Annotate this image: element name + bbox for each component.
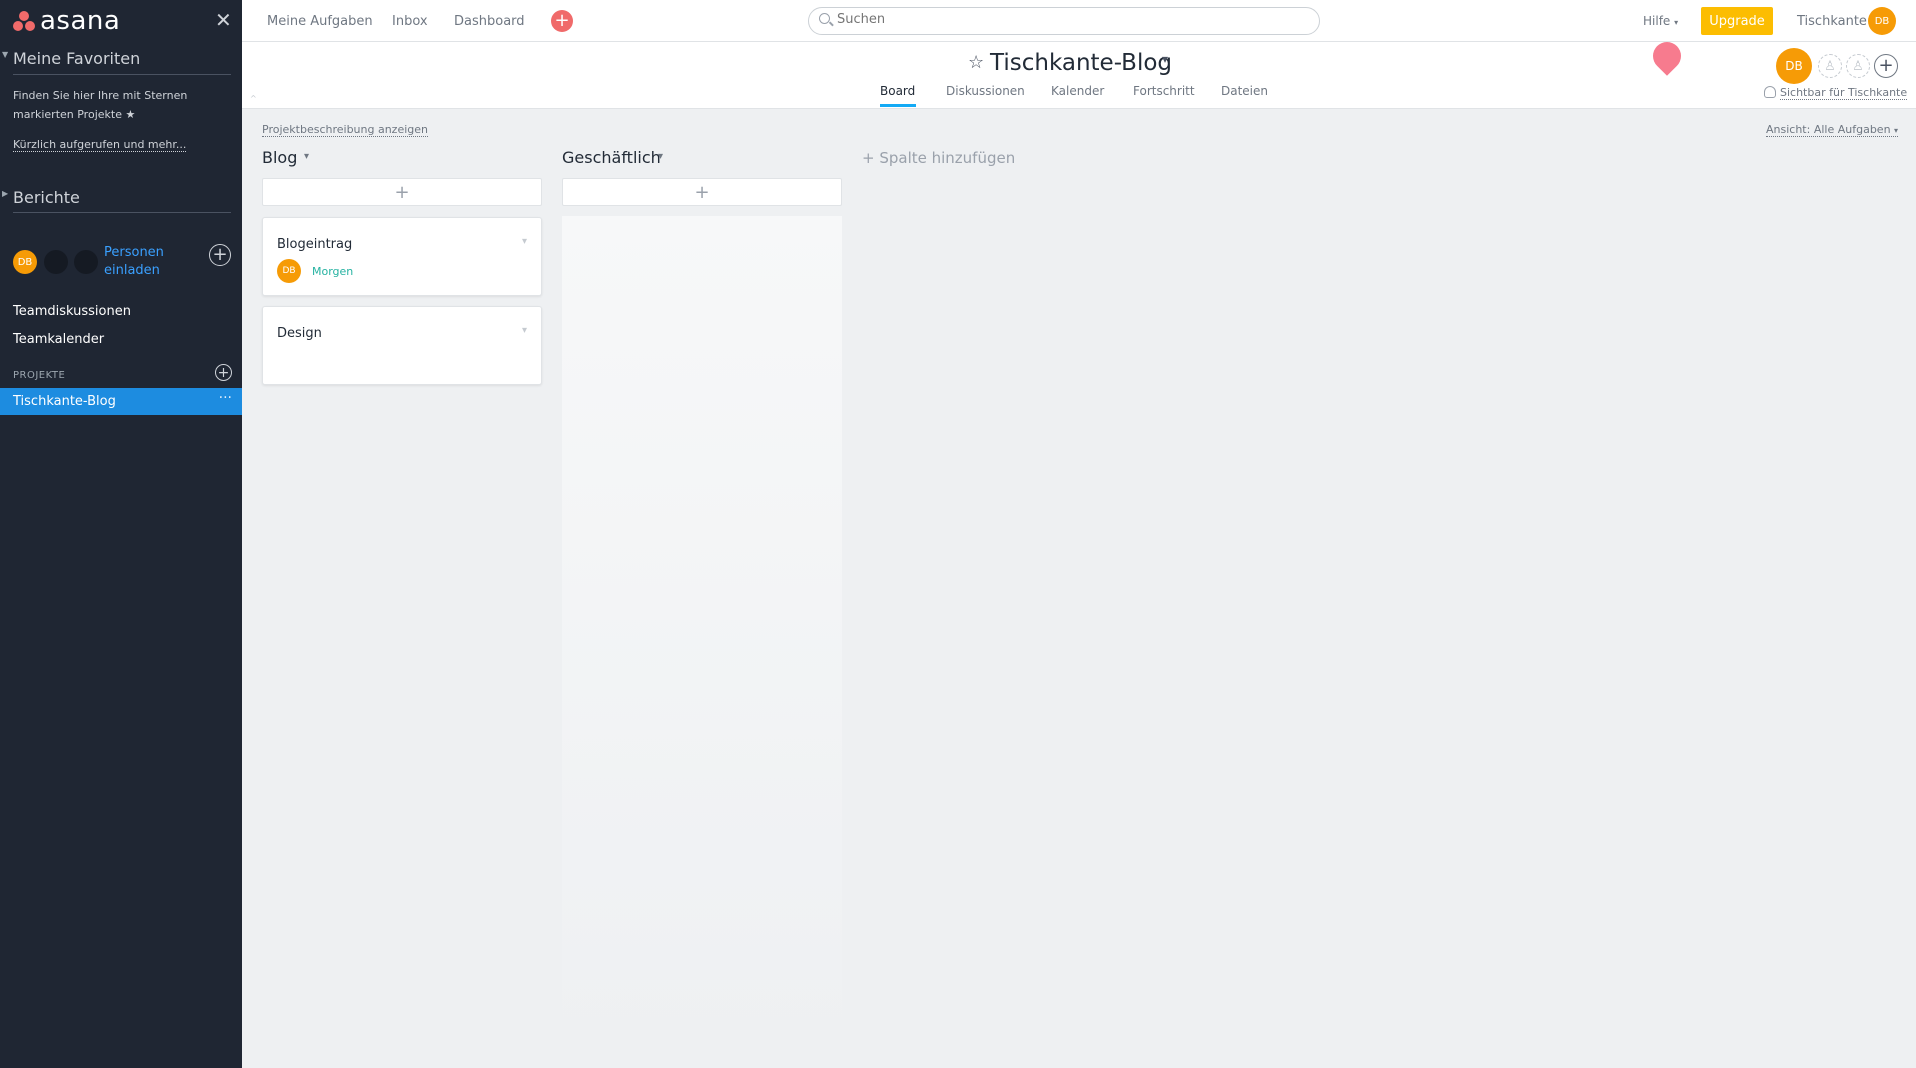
empty-member-slot-icon[interactable]: ♙ bbox=[1818, 54, 1842, 78]
asana-logo-icon bbox=[12, 10, 36, 32]
search-icon bbox=[819, 13, 830, 24]
sidebar-item-tischkante-blog[interactable]: Tischkante-Blog ··· bbox=[0, 388, 242, 415]
search-input[interactable] bbox=[837, 12, 1297, 27]
add-member-button[interactable]: + bbox=[1874, 54, 1898, 78]
favorites-hint: Finden Sie hier Ihre mit Sternen markier… bbox=[13, 89, 188, 121]
tab-calendar[interactable]: Kalender bbox=[1051, 84, 1104, 98]
help-menu[interactable]: Hilfe ▾ bbox=[1643, 14, 1678, 28]
asana-logo[interactable]: asana bbox=[12, 8, 120, 34]
expand-reports-icon[interactable]: ▶ bbox=[2, 189, 8, 198]
search-bar[interactable] bbox=[808, 7, 1320, 35]
task-title: Blogeintrag bbox=[277, 237, 353, 252]
view-filter-dropdown[interactable]: Ansicht: Alle Aufgaben ▾ bbox=[1766, 123, 1899, 137]
show-description-link[interactable]: Projektbeschreibung anzeigen bbox=[262, 123, 428, 137]
task-card[interactable]: Design ▾ bbox=[262, 306, 542, 385]
empty-avatar-slot bbox=[44, 250, 68, 274]
active-tab-indicator bbox=[880, 104, 916, 107]
add-task-button[interactable]: + bbox=[562, 178, 842, 206]
invite-people-link[interactable]: Personen einladen bbox=[104, 244, 164, 280]
sidebar-item-teamkalender[interactable]: Teamkalender bbox=[13, 332, 104, 347]
workspace-name[interactable]: Tischkante bbox=[1797, 14, 1867, 29]
project-label: Tischkante-Blog bbox=[13, 394, 116, 409]
add-team-member-icon[interactable]: + bbox=[209, 244, 231, 266]
tab-files[interactable]: Dateien bbox=[1221, 84, 1268, 98]
empty-member-slot-icon[interactable]: ♙ bbox=[1846, 54, 1870, 78]
projects-header: PROJEKTE bbox=[13, 370, 66, 381]
tab-board[interactable]: Board bbox=[880, 84, 915, 98]
upgrade-button[interactable]: Upgrade bbox=[1701, 7, 1773, 35]
close-sidebar-icon[interactable]: ✕ bbox=[215, 8, 232, 32]
sidebar: asana ✕ ▼ Meine Favoriten Finden Sie hie… bbox=[0, 0, 242, 1068]
collapse-favorites-icon[interactable]: ▼ bbox=[2, 50, 8, 59]
column-drop-area bbox=[562, 216, 842, 1068]
column-menu-icon[interactable]: ▾ bbox=[658, 151, 663, 162]
chevron-down-icon[interactable]: ▾ bbox=[522, 236, 527, 247]
task-card[interactable]: Blogeintrag ▾ DB Morgen bbox=[262, 217, 542, 296]
hint-pin-icon[interactable] bbox=[1647, 36, 1687, 76]
favorite-star-icon[interactable]: ☆ bbox=[968, 52, 984, 73]
divider bbox=[13, 212, 231, 213]
sidebar-item-teamdiskussionen[interactable]: Teamdiskussionen bbox=[13, 304, 131, 319]
column-title-geschaeftlich[interactable]: Geschäftlich bbox=[562, 148, 661, 167]
favorites-title[interactable]: Meine Favoriten bbox=[13, 49, 140, 68]
reports-title[interactable]: Berichte bbox=[13, 188, 80, 207]
chevron-down-icon[interactable]: ▾ bbox=[1162, 52, 1168, 66]
task-title: Design bbox=[277, 326, 322, 341]
nav-dashboard[interactable]: Dashboard bbox=[454, 14, 525, 29]
team-member-avatar[interactable]: DB bbox=[13, 250, 37, 274]
nav-my-tasks[interactable]: Meine Aufgaben bbox=[267, 14, 373, 29]
divider bbox=[13, 74, 231, 75]
project-title[interactable]: Tischkante-Blog bbox=[990, 50, 1172, 76]
quick-add-button[interactable]: + bbox=[551, 10, 573, 32]
recent-link[interactable]: Kürzlich aufgerufen und mehr... bbox=[13, 138, 187, 152]
add-column-button[interactable]: + Spalte hinzufügen bbox=[862, 149, 1015, 167]
chevron-down-icon: ▾ bbox=[1674, 18, 1679, 27]
chevron-down-icon: ▾ bbox=[1894, 126, 1899, 135]
logo-text: asana bbox=[40, 6, 121, 36]
collapse-icon[interactable]: ^ bbox=[250, 94, 257, 103]
more-options-icon[interactable]: ··· bbox=[219, 390, 232, 406]
visibility-setting[interactable]: Sichtbar für Tischkante bbox=[1764, 86, 1908, 100]
due-date[interactable]: Morgen bbox=[312, 265, 353, 278]
star-icon: ★ bbox=[125, 108, 136, 121]
member-avatar[interactable]: DB bbox=[1776, 48, 1812, 84]
chevron-down-icon[interactable]: ▾ bbox=[522, 325, 527, 336]
add-project-icon[interactable]: + bbox=[215, 364, 232, 381]
empty-avatar-slot bbox=[74, 250, 98, 274]
column-title-blog[interactable]: Blog bbox=[262, 148, 297, 167]
members-icon bbox=[1764, 86, 1776, 98]
tab-progress[interactable]: Fortschritt bbox=[1133, 84, 1195, 98]
column-menu-icon[interactable]: ▾ bbox=[304, 151, 309, 162]
add-task-button[interactable]: + bbox=[262, 178, 542, 206]
user-avatar[interactable]: DB bbox=[1868, 7, 1896, 35]
top-bar: Meine Aufgaben Inbox Dashboard + Hilfe ▾… bbox=[242, 0, 1916, 42]
nav-inbox[interactable]: Inbox bbox=[392, 14, 428, 29]
assignee-avatar[interactable]: DB bbox=[277, 259, 301, 283]
tab-discussions[interactable]: Diskussionen bbox=[946, 84, 1025, 98]
